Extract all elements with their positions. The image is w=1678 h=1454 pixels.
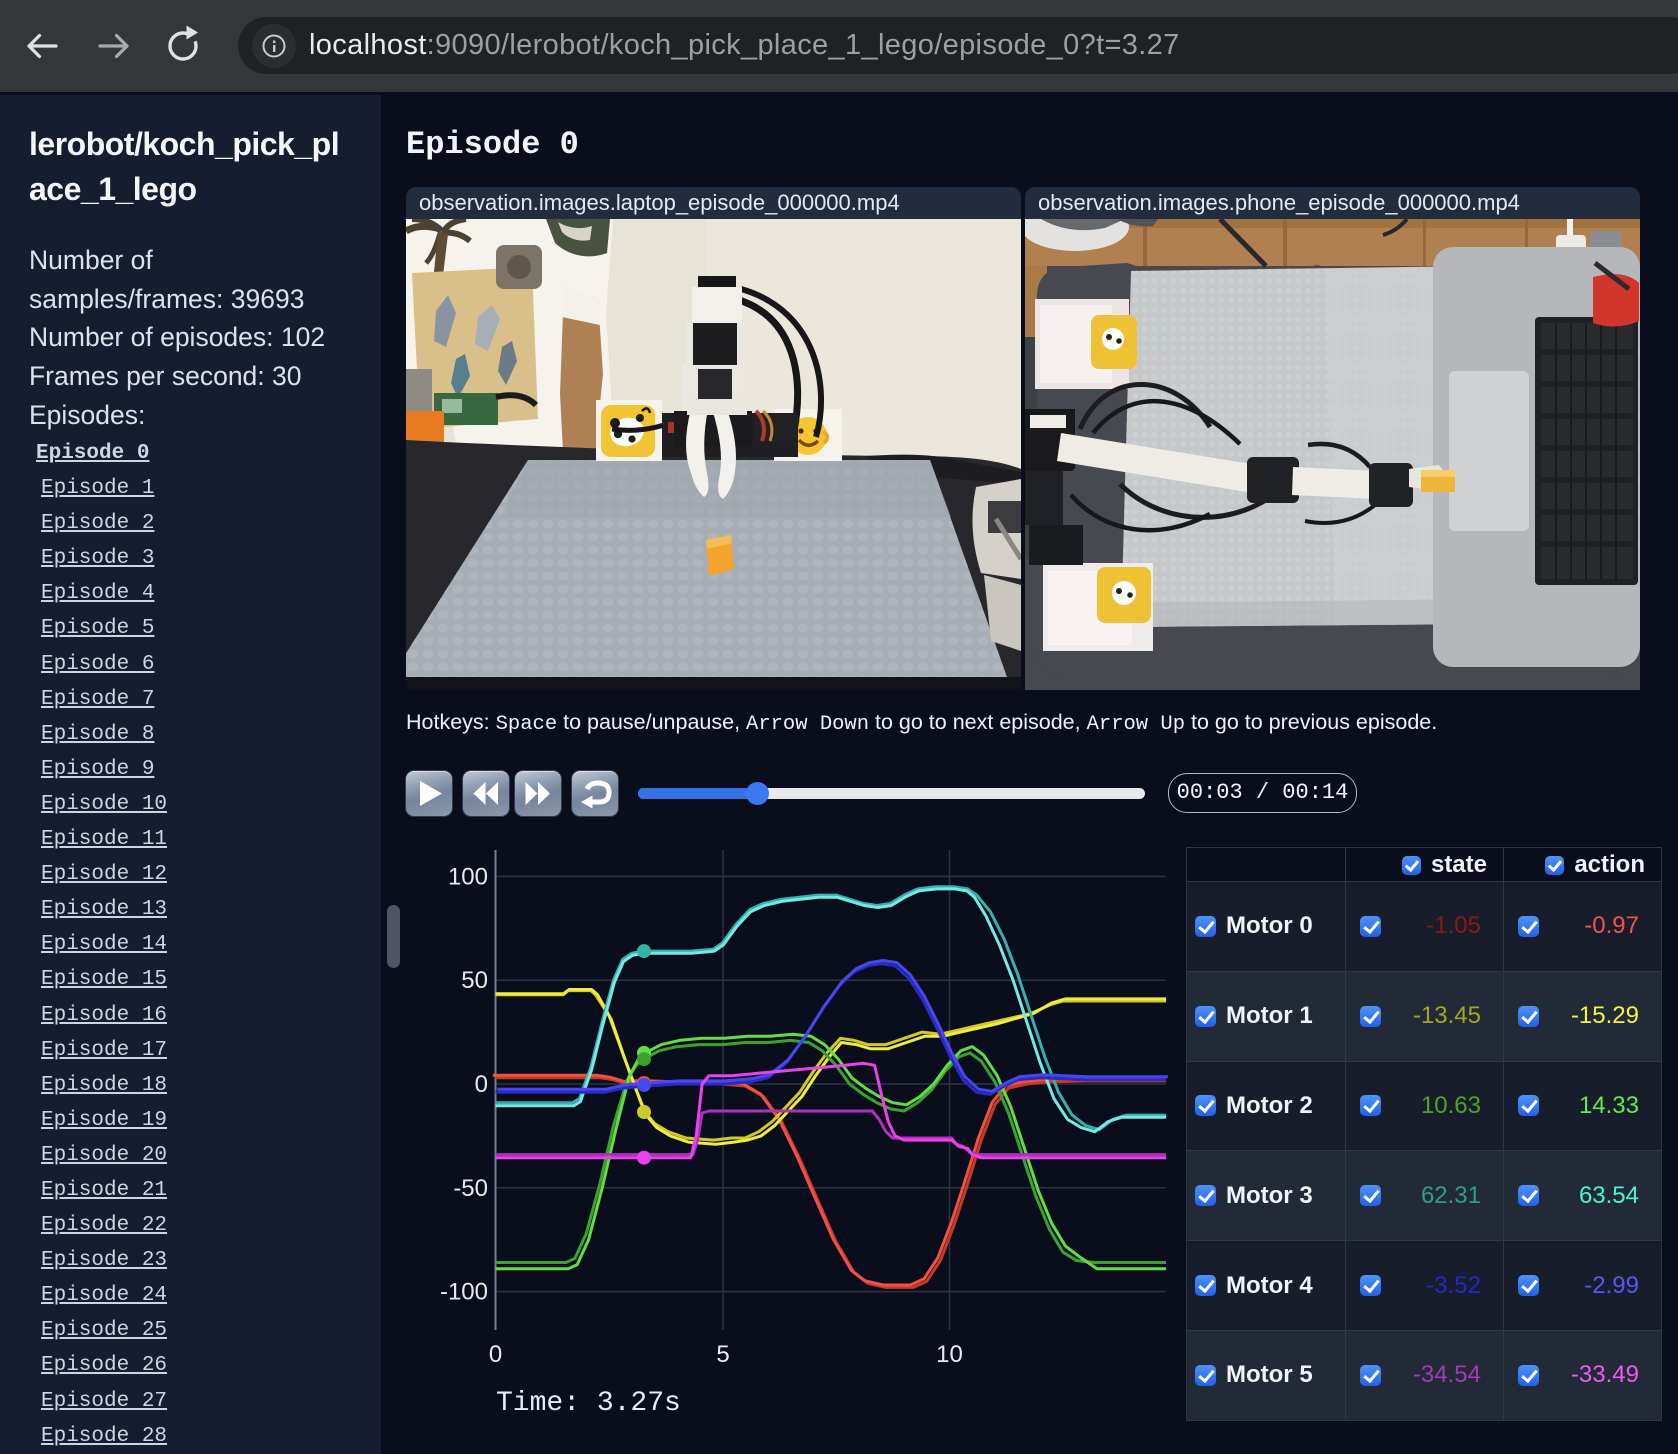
svg-text:50: 50 [461, 967, 488, 994]
svg-text:10: 10 [936, 1341, 963, 1368]
svg-text:Time: 3.27s: Time: 3.27s [496, 1388, 681, 1419]
svg-text:0: 0 [489, 1341, 502, 1368]
svg-text:5: 5 [716, 1341, 729, 1368]
svg-text:-100: -100 [440, 1279, 488, 1306]
svg-text:100: 100 [448, 863, 488, 890]
svg-text:0: 0 [475, 1071, 488, 1098]
svg-text:-50: -50 [453, 1175, 488, 1202]
